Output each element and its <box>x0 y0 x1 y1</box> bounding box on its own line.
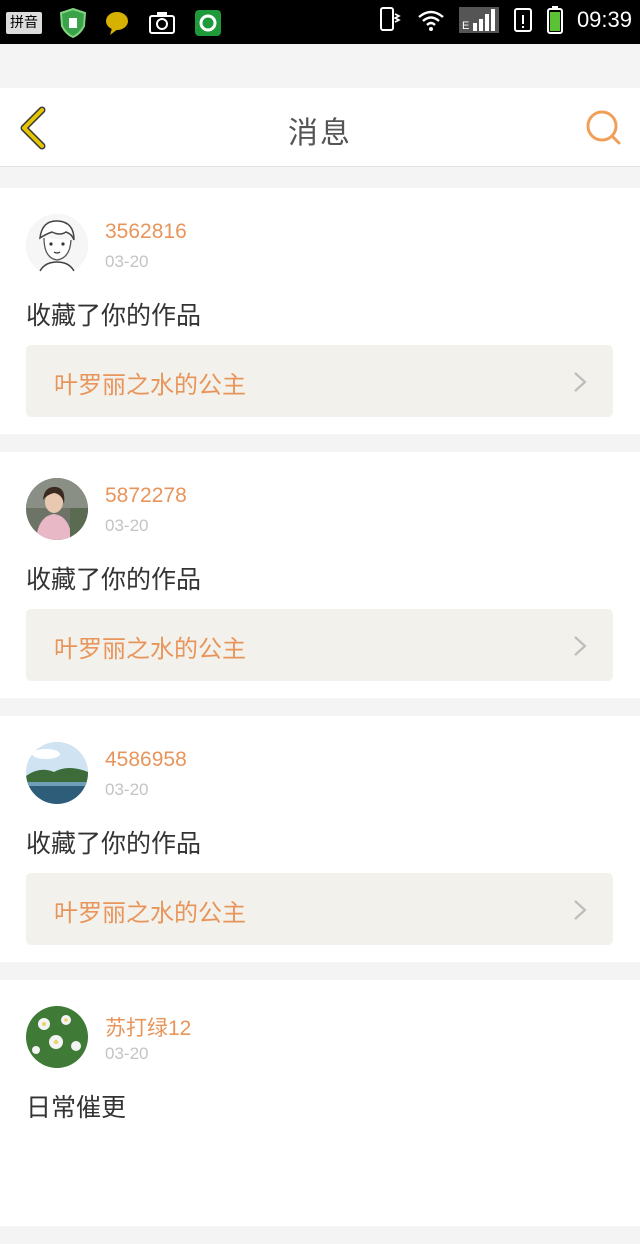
work-link[interactable]: 叶罗丽之水的公主 <box>26 609 613 681</box>
message-card: 3562816 03-20 收藏了你的作品 叶罗丽之水的公主 <box>0 188 640 434</box>
message-text: 收藏了你的作品 <box>26 301 202 330</box>
username[interactable]: 5872278 <box>105 484 187 508</box>
username[interactable]: 苏打绿12 <box>105 1012 191 1042</box>
avatar[interactable] <box>26 742 88 804</box>
flowers-avatar <box>26 1006 88 1068</box>
chevron-right-icon <box>574 900 587 920</box>
network-type-label: E <box>462 20 469 32</box>
message-date: 03-20 <box>105 252 149 271</box>
message-date: 03-20 <box>105 516 149 535</box>
message-card: 4586958 03-20 收藏了你的作品 叶罗丽之水的公主 <box>0 716 640 962</box>
phone-vibrate-icon <box>379 7 401 31</box>
sketch-portrait-avatar <box>26 214 88 276</box>
work-title: 叶罗丽之水的公主 <box>54 371 246 399</box>
page-title: 消息 <box>288 116 352 151</box>
message-text: 日常催更 <box>26 1093 127 1122</box>
avatar[interactable] <box>26 1006 88 1068</box>
wifi-icon <box>418 10 444 31</box>
top-spacer <box>0 44 640 88</box>
clock: 09:39 <box>576 7 632 32</box>
work-title: 叶罗丽之水的公主 <box>54 635 246 663</box>
work-link[interactable]: 叶罗丽之水的公主 <box>26 345 613 417</box>
message-text: 收藏了你的作品 <box>26 565 202 594</box>
work-title: 叶罗丽之水的公主 <box>54 899 246 927</box>
girl-photo-avatar <box>26 478 88 540</box>
chevron-right-icon <box>574 636 587 656</box>
camera-icon <box>149 12 175 34</box>
battery-icon <box>546 6 563 34</box>
username[interactable]: 3562816 <box>105 220 187 244</box>
message-list: 3562816 03-20 收藏了你的作品 叶罗丽之水的公主 5872278 0… <box>0 188 640 1244</box>
message-date: 03-20 <box>105 1044 149 1063</box>
shield-icon <box>60 8 86 38</box>
app-store-icon <box>195 10 221 36</box>
chat-bubble-icon <box>106 12 128 35</box>
status-bar: 拼音 E 09:39 <box>0 0 640 44</box>
signal-icon: E <box>458 7 499 33</box>
search-button[interactable] <box>584 108 624 148</box>
username[interactable]: 4586958 <box>105 748 187 772</box>
avatar[interactable] <box>26 478 88 540</box>
avatar[interactable] <box>26 214 88 276</box>
sim-alert-icon <box>513 8 532 32</box>
landscape-avatar <box>26 742 88 804</box>
message-card: 苏打绿12 03-20 日常催更 <box>0 980 640 1226</box>
work-link[interactable]: 叶罗丽之水的公主 <box>26 873 613 945</box>
message-date: 03-20 <box>105 780 149 799</box>
search-icon <box>586 110 621 145</box>
message-card: 5872278 03-20 收藏了你的作品 叶罗丽之水的公主 <box>0 452 640 698</box>
message-text: 收藏了你的作品 <box>26 829 202 858</box>
chevron-right-icon <box>574 372 587 392</box>
input-method-indicator: 拼音 <box>6 12 42 34</box>
app-header: 消息 <box>0 88 640 167</box>
